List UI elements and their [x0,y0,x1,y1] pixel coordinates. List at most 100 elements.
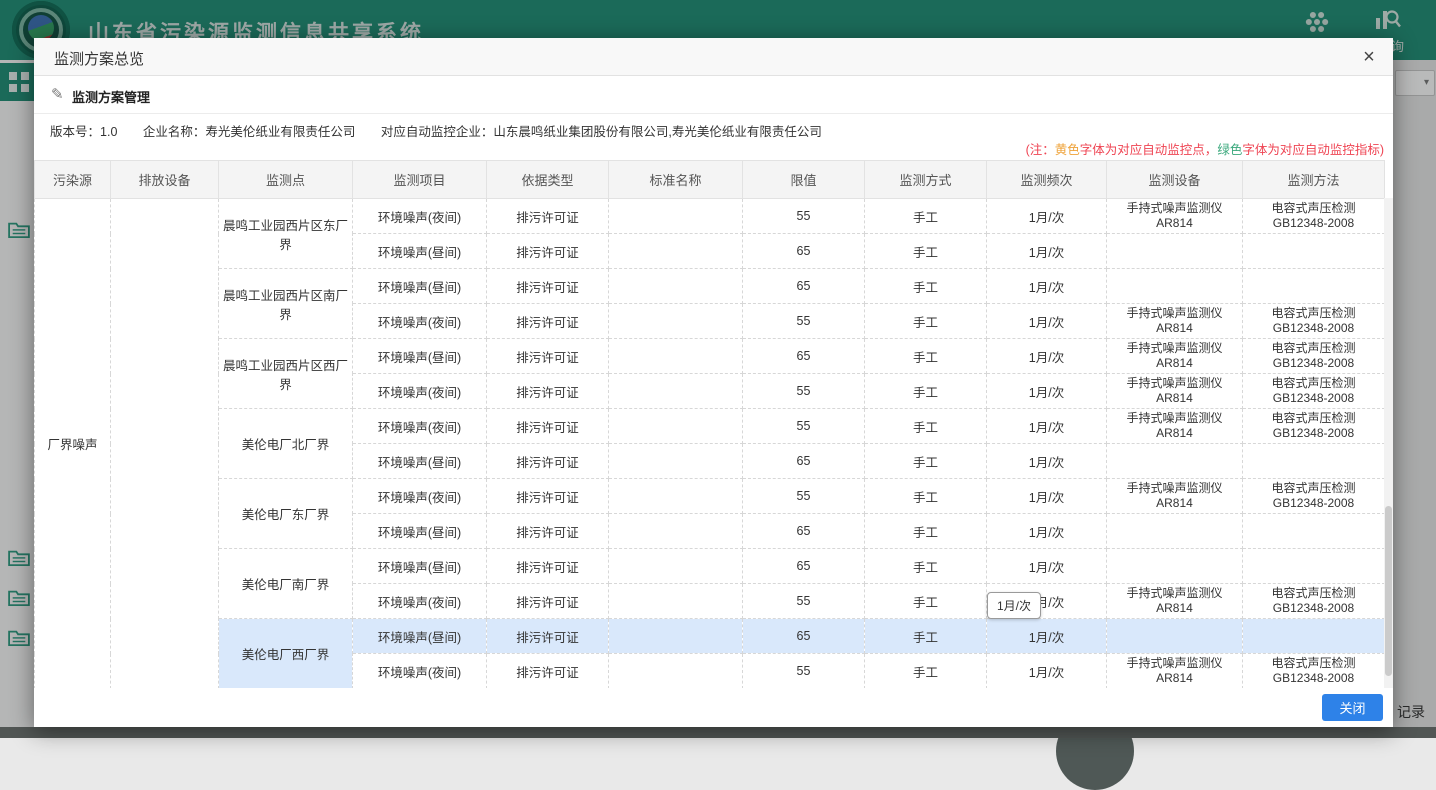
table-row[interactable]: 厂界噪声晨鸣工业园西片区东厂界环境噪声(夜间)排污许可证55手工1月/次手持式噪… [35,199,1385,234]
standard-cell [609,654,743,689]
freq-cell: 1月/次 [987,549,1107,584]
item-cell: 环境噪声(昼间) [353,269,487,304]
mode-cell: 手工 [865,549,987,584]
yellow-word: 黄色 [1055,143,1080,157]
method-cell: 电容式声压检测 GB12348-2008 [1243,479,1385,514]
monitoring-plan-table-zone: 污染源排放设备监测点监测项目依据类型标准名称限值监测方式监测频次监测设备监测方法… [34,160,1393,688]
version-value: 1.0 [100,125,117,139]
item-cell: 环境噪声(夜间) [353,304,487,339]
limit-cell: 55 [743,304,865,339]
standard-cell [609,619,743,654]
standard-cell [609,549,743,584]
table-row[interactable]: 美伦电厂北厂界环境噪声(夜间)排污许可证55手工1月/次手持式噪声监测仪 AR8… [35,409,1385,444]
table-row[interactable]: 美伦电厂西厂界环境噪声(昼间)排污许可证65手工1月/次 [35,619,1385,654]
column-header: 监测项目 [353,161,487,199]
plan-info-line: 版本号：1.0 企业名称：寿光美伦纸业有限责任公司 对应自动监控企业：山东晨鸣纸… [50,121,844,140]
basis-cell: 排污许可证 [487,619,609,654]
freq-cell: 1月/次 [987,304,1107,339]
table-header-row: 污染源排放设备监测点监测项目依据类型标准名称限值监测方式监测频次监测设备监测方法 [35,161,1385,199]
device-cell [1107,619,1243,654]
limit-cell: 65 [743,514,865,549]
table-row[interactable]: 美伦电厂南厂界环境噪声(昼间)排污许可证65手工1月/次 [35,549,1385,584]
device-cell [1107,444,1243,479]
standard-cell [609,479,743,514]
table-row[interactable]: 美伦电厂东厂界环境噪声(夜间)排污许可证55手工1月/次手持式噪声监测仪 AR8… [35,479,1385,514]
mode-cell: 手工 [865,234,987,269]
freq-cell: 1月/次 [987,374,1107,409]
method-cell: 电容式声压检测 GB12348-2008 [1243,409,1385,444]
freq-cell: 1月/次 [987,199,1107,234]
basis-cell: 排污许可证 [487,234,609,269]
method-cell [1243,444,1385,479]
modal-header: 监测方案总览 × [34,38,1393,76]
method-cell [1243,269,1385,304]
mode-cell: 手工 [865,409,987,444]
mode-cell: 手工 [865,269,987,304]
item-cell: 环境噪声(夜间) [353,654,487,689]
column-header: 依据类型 [487,161,609,199]
version-label: 版本号： [50,125,100,139]
basis-cell: 排污许可证 [487,479,609,514]
limit-cell: 55 [743,374,865,409]
monitor-point-cell: 晨鸣工业园西片区西厂界 [219,339,353,409]
method-cell [1243,514,1385,549]
freq-cell: 1月/次 [987,409,1107,444]
company-label: 企业名称： [143,125,206,139]
limit-cell: 55 [743,199,865,234]
mode-cell: 手工 [865,304,987,339]
item-cell: 环境噪声(夜间) [353,199,487,234]
table-row[interactable]: 晨鸣工业园西片区西厂界环境噪声(昼间)排污许可证65手工1月/次手持式噪声监测仪… [35,339,1385,374]
freq-cell: 1月/次 [987,269,1107,304]
basis-cell: 排污许可证 [487,199,609,234]
item-cell: 环境噪声(夜间) [353,409,487,444]
item-cell: 环境噪声(昼间) [353,339,487,374]
company-value: 寿光美伦纸业有限责任公司 [205,125,355,139]
limit-cell: 65 [743,444,865,479]
method-cell: 电容式声压检测 GB12348-2008 [1243,584,1385,619]
standard-cell [609,409,743,444]
color-legend-note: (注：黄色字体为对应自动监控点，绿色字体为对应自动监控指标) [1026,139,1384,158]
freq-cell: 1月/次 [987,339,1107,374]
standard-cell [609,304,743,339]
close-button[interactable]: 关闭 [1322,694,1383,721]
limit-cell: 55 [743,479,865,514]
monitor-point-cell: 美伦电厂东厂界 [219,479,353,549]
limit-cell: 65 [743,549,865,584]
monitoring-plan-modal: 监测方案总览 × ✎ 监测方案管理 版本号：1.0 企业名称：寿光美伦纸业有限责… [34,38,1393,727]
close-icon[interactable]: × [1357,45,1381,69]
column-header: 监测点 [219,161,353,199]
device-cell: 手持式噪声监测仪 AR814 [1107,409,1243,444]
standard-cell [609,269,743,304]
mode-cell: 手工 [865,339,987,374]
limit-cell: 55 [743,584,865,619]
pollution-source-cell: 厂界噪声 [35,199,111,689]
table-row[interactable]: 晨鸣工业园西片区南厂界环境噪声(昼间)排污许可证65手工1月/次 [35,269,1385,304]
item-cell: 环境噪声(昼间) [353,444,487,479]
mode-cell: 手工 [865,374,987,409]
device-cell [1107,234,1243,269]
method-cell: 电容式声压检测 GB12348-2008 [1243,654,1385,689]
device-cell: 手持式噪声监测仪 AR814 [1107,479,1243,514]
limit-cell: 65 [743,619,865,654]
basis-cell: 排污许可证 [487,269,609,304]
device-cell: 手持式噪声监测仪 AR814 [1107,199,1243,234]
basis-cell: 排污许可证 [487,444,609,479]
freq-cell: 1月/次 [987,234,1107,269]
modal-title: 监测方案总览 [54,48,144,69]
method-cell: 电容式声压检测 GB12348-2008 [1243,199,1385,234]
standard-cell [609,199,743,234]
method-cell: 电容式声压检测 GB12348-2008 [1243,339,1385,374]
column-header: 监测设备 [1107,161,1243,199]
standard-cell [609,444,743,479]
column-header: 标准名称 [609,161,743,199]
item-cell: 环境噪声(夜间) [353,479,487,514]
mode-cell: 手工 [865,514,987,549]
column-header: 排放设备 [111,161,219,199]
device-cell [1107,514,1243,549]
method-cell [1243,549,1385,584]
basis-cell: 排污许可证 [487,304,609,339]
table-scrollbar-thumb[interactable] [1385,506,1392,676]
mode-cell: 手工 [865,199,987,234]
table-scrollbar-track[interactable] [1384,198,1393,688]
mode-cell: 手工 [865,479,987,514]
